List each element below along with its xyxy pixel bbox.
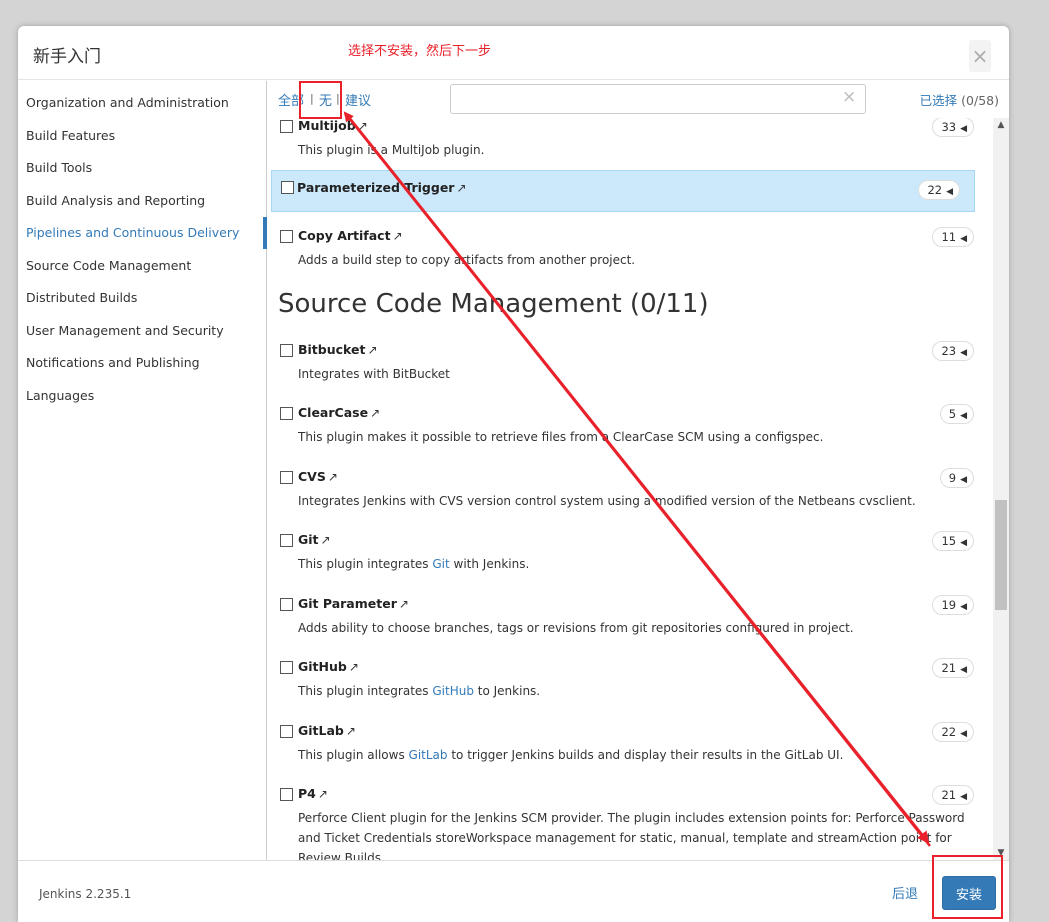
- annotation-arrow: [343, 111, 931, 847]
